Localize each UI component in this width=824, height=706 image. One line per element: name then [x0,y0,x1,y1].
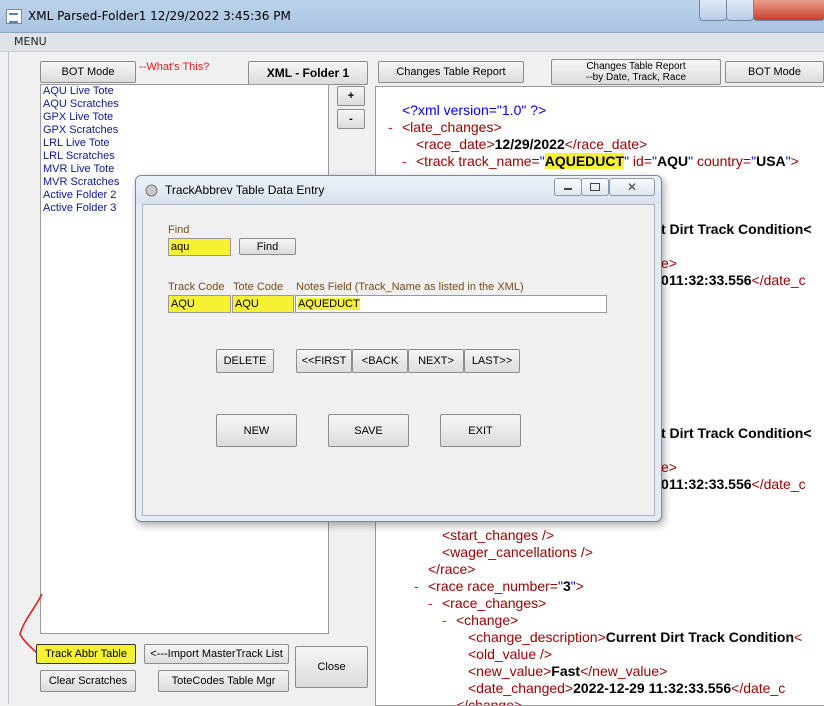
xml-zero-fragment-2: 0 [661,476,669,492]
folder-label: XML - Folder 1 [248,61,368,85]
xml-declaration: <?xml version="1.0" ?> [402,102,547,118]
whats-this-link[interactable]: --What's This? [139,61,209,73]
collapse-toggle[interactable]: - [402,153,407,170]
first-button[interactable]: <<FIRST [296,349,352,373]
dialog-app-icon [145,184,158,197]
xml-race-changes: <race_changes> [442,595,547,611]
changes-by-date-report-button[interactable]: Changes Table Report --by Date, Track, R… [551,59,721,85]
track-abbr-table-button[interactable]: Track Abbr Table [36,644,136,664]
xml-value-fragment-1: e> [661,255,677,271]
xml-date-changed: <date_changed>2022-12-29 11:32:33.556</d… [468,680,786,696]
list-item[interactable]: GPX Scratches [41,124,328,137]
xml-wager-cancellations: <wager_cancellations /> [442,544,593,560]
dialog-title: TrackAbbrev Table Data Entry [165,183,325,197]
xml-condition-fragment-1: t Dirt Track Condition< [661,221,812,237]
dialog-minimize-button[interactable] [554,178,582,196]
tote-code-label: Tote Code [233,281,284,293]
bot-mode-button-left[interactable]: BOT Mode [40,61,136,83]
collapse-toggle[interactable]: - [428,595,433,612]
xml-change-description: <change_description>Current Dirt Track C… [468,629,803,645]
changes-by-date-line2: --by Date, Track, Race [585,72,687,83]
xml-change-open: <change> [456,612,519,628]
exit-button[interactable]: EXIT [440,414,521,447]
track-code-input[interactable]: AQU [168,295,231,313]
find-button[interactable]: Find [239,238,296,255]
plus-button[interactable]: + [337,86,365,106]
clear-scratches-button[interactable]: Clear Scratches [40,670,136,692]
xml-date-fragment-1: 11:32:33.556</date_c [669,272,806,288]
list-item[interactable]: GPX Live Tote [41,111,328,124]
notes-field-label: Notes Field (Track_Name as listed in the… [296,281,524,293]
xml-race-3-line: <race race_number="3"> [428,578,584,594]
maximize-button[interactable] [726,0,754,21]
minus-button[interactable]: - [337,109,365,129]
xml-race-close: </race> [428,561,476,577]
xml-date-fragment-2: 11:32:33.556</date_c [669,476,806,492]
close-button[interactable]: Close [295,646,368,688]
totecodes-table-mgr-button[interactable]: ToteCodes Table Mgr [158,670,289,692]
app-icon [6,9,22,24]
back-button[interactable]: <BACK [352,349,408,373]
window-title: XML Parsed-Folder1 12/29/2022 3:45:36 PM [28,9,291,23]
xml-late-changes-tag: <late_changes> [402,119,502,135]
xml-race-date-line: <race_date>12/29/2022</race_date> [416,136,648,152]
xml-value-fragment-2: e> [661,459,677,475]
save-button[interactable]: SAVE [328,414,409,447]
list-item[interactable]: AQU Live Tote [41,85,328,98]
xml-old-value: <old_value /> [468,646,553,662]
tote-code-input[interactable]: AQU [232,295,294,313]
minimize-button[interactable] [699,0,727,21]
dialog-body: Find aqu Find Track Code Tote Code Notes… [142,204,655,516]
collapse-toggle[interactable]: - [414,578,419,595]
collapse-toggle[interactable]: - [442,612,447,629]
next-button[interactable]: NEXT> [408,349,464,373]
dialog-title-bar: TrackAbbrev Table Data Entry ✕ [136,176,661,204]
notes-field-value: AQUEDUCT [298,298,360,310]
find-input[interactable]: aqu [168,238,231,256]
dialog-close-button[interactable]: ✕ [609,178,655,196]
xml-track-line: <track track_name="AQUEDUCT" id="AQU" co… [416,153,799,169]
notes-field-input[interactable]: AQUEDUCT [295,295,607,313]
new-button[interactable]: NEW [216,414,297,447]
xml-condition-fragment-2: t Dirt Track Condition< [661,425,812,441]
list-item[interactable]: LRL Scratches [41,150,328,163]
menu-item[interactable]: MENU [14,35,47,48]
xml-change-close: </change> [456,697,523,706]
xml-zero-fragment-1: 0 [661,272,669,288]
last-button[interactable]: LAST>> [464,349,520,373]
collapse-toggle[interactable]: - [388,119,393,136]
menu-bar: MENU [0,33,824,52]
changes-by-date-line1: Changes Table Report [586,61,686,72]
delete-button[interactable]: DELETE [216,349,274,373]
close-window-button[interactable] [753,0,824,21]
list-item[interactable]: LRL Live Tote [41,137,328,150]
list-item[interactable]: AQU Scratches [41,98,328,111]
xml-start-changes: <start_changes /> [442,527,555,543]
find-label: Find [168,224,190,236]
track-code-label: Track Code [168,281,225,293]
bot-mode-button-right[interactable]: BOT Mode [725,61,824,83]
title-bar: XML Parsed-Folder1 12/29/2022 3:45:36 PM [0,0,824,33]
xml-new-value: <new_value>Fast</new_value> [468,663,668,679]
changes-table-report-button[interactable]: Changes Table Report [378,61,524,83]
import-mastertrack-button[interactable]: <---Import MasterTrack List [144,644,289,664]
track-abbrev-dialog: TrackAbbrev Table Data Entry ✕ Find aqu … [135,175,662,522]
dialog-maximize-button[interactable] [581,178,609,196]
